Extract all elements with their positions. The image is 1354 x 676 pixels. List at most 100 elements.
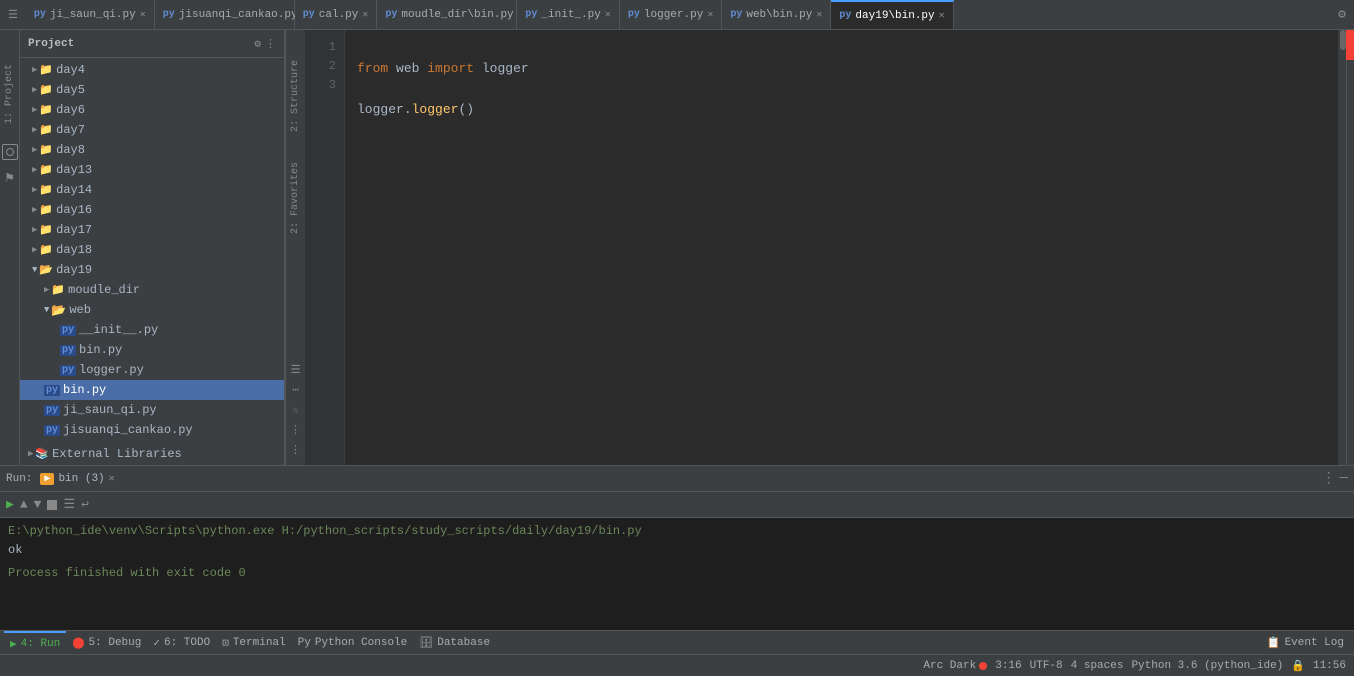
- ellipsis-icon[interactable]: ⋯: [292, 383, 299, 397]
- bottom-tab-python-console[interactable]: Py Python Console: [292, 631, 414, 654]
- tree-item-init[interactable]: py __init__.py: [20, 320, 284, 340]
- tree-item-day18[interactable]: ▶ 📁 day18: [20, 240, 284, 260]
- project-sidebar-label[interactable]: 1: Project: [4, 64, 15, 124]
- tree-item-day13[interactable]: ▶ 📁 day13: [20, 160, 284, 180]
- tab-logger-close[interactable]: ✕: [707, 9, 713, 21]
- bottom-tab-run[interactable]: ▶ 4: Run: [4, 631, 66, 654]
- status-line-col[interactable]: 3:16: [995, 660, 1021, 672]
- list-view-btn[interactable]: ☰: [63, 497, 75, 512]
- wrap-btn[interactable]: ↩: [81, 497, 89, 512]
- status-encoding[interactable]: UTF-8: [1030, 660, 1063, 672]
- tree-item-web[interactable]: ▼ 📂 web: [20, 300, 284, 320]
- run-toolbar-dots[interactable]: ⋮: [1322, 470, 1336, 487]
- py-file-icon-init: py: [60, 325, 76, 336]
- tabs-container: py ji_saun_qi.py ✕ py jisuanqi_cankao.py…: [26, 0, 1330, 29]
- run-toolbar-right: ⋮ —: [1322, 470, 1348, 487]
- tree-label-jisuanqi: jisuanqi_cankao.py: [63, 423, 193, 437]
- tree-item-day4[interactable]: ▶ 📁 day4: [20, 60, 284, 80]
- tree-item-external-libraries[interactable]: ▶ 📚 External Libraries: [20, 444, 284, 464]
- tree-item-bin-py[interactable]: py bin.py: [20, 340, 284, 360]
- run-tab-close-btn[interactable]: ✕: [109, 473, 115, 485]
- folder-icon-day4: 📁: [39, 63, 53, 77]
- run-toolbar: Run: ▶ bin (3) ✕ ⋮ —: [0, 466, 1354, 492]
- header-icons: ⚙ ⋮: [254, 37, 276, 51]
- tab-cal-label: cal.py: [319, 9, 359, 21]
- py-file-icon-jisuanqi: py: [44, 425, 60, 436]
- tree-label-day6: day6: [56, 103, 85, 117]
- arrow-web: ▼: [44, 305, 49, 315]
- tab-web-bin[interactable]: py web\bin.py ✕: [722, 0, 831, 29]
- bottom-tab-database[interactable]: 🗄 Database: [413, 631, 496, 654]
- tree-label-bin-py: bin.py: [79, 343, 122, 357]
- arrow-day17: ▶: [32, 225, 37, 235]
- tab-web-bin-close[interactable]: ✕: [816, 9, 822, 21]
- theme-dot: [979, 662, 987, 670]
- up-btn[interactable]: ▲: [20, 497, 28, 512]
- project-icon[interactable]: ☰: [4, 8, 22, 22]
- tree-label-day19: day19: [56, 263, 92, 277]
- tree-item-jisuanqi[interactable]: py jisuanqi_cankao.py: [20, 420, 284, 440]
- code-content[interactable]: from web import logger logger.logger(): [345, 30, 1338, 465]
- folder-icon-day13: 📁: [39, 163, 53, 177]
- tree-item-logger-py[interactable]: py logger.py: [20, 360, 284, 380]
- python-console-icon: Py: [298, 637, 311, 649]
- tab-cal-close[interactable]: ✕: [362, 9, 368, 21]
- py-icon6: py: [628, 9, 640, 20]
- tree-item-bin-root[interactable]: py bin.py: [20, 380, 284, 400]
- tree-item-day8[interactable]: ▶ 📁 day8: [20, 140, 284, 160]
- tree-item-ji-saun[interactable]: py ji_saun_qi.py: [20, 400, 284, 420]
- bottom-tab-todo[interactable]: ✓ 6: TODO: [147, 631, 216, 654]
- settings-icon[interactable]: ⚙: [1338, 7, 1346, 22]
- tree-item-moudle-dir[interactable]: ▶ 📁 moudle_dir: [20, 280, 284, 300]
- tab-jisuanqi-cankao-label: jisuanqi_cankao.py: [179, 9, 298, 21]
- more-dots-icon[interactable]: ⋮: [290, 443, 301, 457]
- status-indent[interactable]: 4 spaces: [1071, 660, 1124, 672]
- arrow-moudle-dir: ▶: [44, 285, 49, 295]
- tab-init[interactable]: py _init_.py ✕: [517, 0, 619, 29]
- tree-label-day8: day8: [56, 143, 85, 157]
- tree-item-day6[interactable]: ▶ 📁 day6: [20, 100, 284, 120]
- tab-cal[interactable]: py cal.py ✕: [295, 0, 378, 29]
- indent-label: 4 spaces: [1071, 660, 1124, 672]
- tab-ji-saun-qi-close[interactable]: ✕: [140, 9, 146, 21]
- dots-icon[interactable]: ⋮: [290, 423, 301, 437]
- collapse-icon[interactable]: ⋮: [265, 37, 276, 51]
- arrow-day8: ▶: [32, 145, 37, 155]
- right-scrollbar[interactable]: [1338, 30, 1346, 465]
- tree-item-day16[interactable]: ▶ 📁 day16: [20, 200, 284, 220]
- run-toolbar-minimize[interactable]: —: [1340, 470, 1348, 487]
- bottom-tab-debug[interactable]: ⬤ 5: Debug: [66, 631, 147, 654]
- down-btn[interactable]: ▼: [34, 497, 42, 512]
- stop-btn[interactable]: [47, 500, 57, 510]
- bookmark-icon[interactable]: ⚑: [5, 170, 13, 187]
- list-icon[interactable]: ☰: [291, 363, 301, 377]
- tab-jisuanqi-cankao[interactable]: py jisuanqi_cankao.py ✕: [155, 0, 295, 29]
- star-icon[interactable]: ☆: [292, 403, 299, 417]
- tree-label-moudle-dir: moudle_dir: [68, 283, 140, 297]
- tree-item-day19[interactable]: ▼ 📂 day19: [20, 260, 284, 280]
- tree-item-day17[interactable]: ▶ 📁 day17: [20, 220, 284, 240]
- tab-day19-bin-close[interactable]: ✕: [939, 10, 945, 22]
- code-editor: 1 2 3 from web import logger logger.logg…: [305, 30, 1346, 465]
- database-icon: 🗄: [419, 636, 433, 650]
- code-area: 1 2 3 from web import logger logger.logg…: [305, 30, 1346, 465]
- tab-day19-bin[interactable]: py day19\bin.py ✕: [831, 0, 953, 29]
- status-theme[interactable]: Arc Dark: [923, 660, 987, 672]
- target-icon[interactable]: [2, 144, 18, 160]
- tab-ji-saun-qi[interactable]: py ji_saun_qi.py ✕: [26, 0, 155, 29]
- py-icon: py: [34, 9, 46, 20]
- tab-init-close[interactable]: ✕: [605, 9, 611, 21]
- status-python[interactable]: Python 3.6 (python_ide): [1131, 660, 1283, 672]
- bottom-tab-event-log[interactable]: 📋 Event Log: [1261, 631, 1350, 654]
- bottom-tab-terminal[interactable]: ⊡ Terminal: [216, 631, 291, 654]
- tab-init-label: _init_.py: [541, 9, 600, 21]
- play-btn[interactable]: ▶: [6, 497, 14, 512]
- tab-moudle-dir-bin[interactable]: py moudle_dir\bin.py ✕: [377, 0, 517, 29]
- tree-item-day5[interactable]: ▶ 📁 day5: [20, 80, 284, 100]
- tree-item-day7[interactable]: ▶ 📁 day7: [20, 120, 284, 140]
- tree-item-day14[interactable]: ▶ 📁 day14: [20, 180, 284, 200]
- tab-logger[interactable]: py logger.py ✕: [620, 0, 722, 29]
- favorites-sidebar-label[interactable]: 2: Favorites: [290, 162, 301, 234]
- gear-icon[interactable]: ⚙: [254, 37, 261, 51]
- structure-sidebar-label[interactable]: 2: Structure: [290, 60, 301, 132]
